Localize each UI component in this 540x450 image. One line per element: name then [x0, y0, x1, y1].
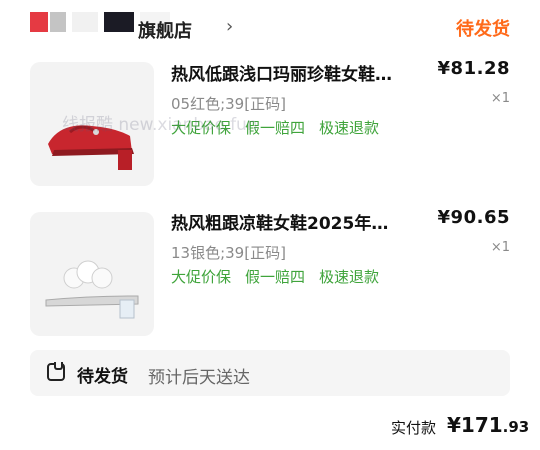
shipping-status: 待发货	[77, 367, 128, 387]
product-quantity: ×1	[490, 240, 510, 255]
service-price-protect: 大促价保	[171, 268, 232, 286]
package-icon	[47, 362, 65, 381]
service-fast-refund: 极速退款	[319, 268, 380, 286]
currency-symbol: ¥	[447, 413, 461, 437]
service-fake-compensation: 假一赔四	[245, 268, 306, 286]
product-price: ¥90.65	[437, 207, 510, 228]
paid-label: 实付款	[391, 419, 437, 437]
product-spec: 13银色;39[正码]	[171, 244, 286, 262]
shop-name[interactable]: 旗舰店	[138, 17, 192, 43]
amount-integer: 171	[460, 413, 503, 437]
product-price: ¥81.28	[437, 58, 510, 79]
watermark: 线报酷 new.xianbao.fun	[62, 115, 258, 135]
product-title[interactable]: 热风粗跟凉鞋女鞋2025年…	[171, 209, 411, 234]
product-title[interactable]: 热风低跟浅口玛丽珍鞋女鞋…	[171, 60, 411, 85]
service-fast-refund: 极速退款	[319, 119, 380, 137]
order-status: 待发货	[456, 19, 510, 40]
product-quantity: ×1	[490, 91, 510, 106]
amount-decimal: .93	[502, 418, 530, 436]
paid-amount: ¥171.93	[447, 413, 529, 437]
product-image-silver-sandal[interactable]	[30, 212, 154, 336]
chevron-right-icon[interactable]: ›	[226, 16, 233, 37]
shipping-eta: 预计后天送达	[148, 368, 250, 388]
service-tags: 大促价保 假一赔四 极速退款	[171, 266, 379, 287]
